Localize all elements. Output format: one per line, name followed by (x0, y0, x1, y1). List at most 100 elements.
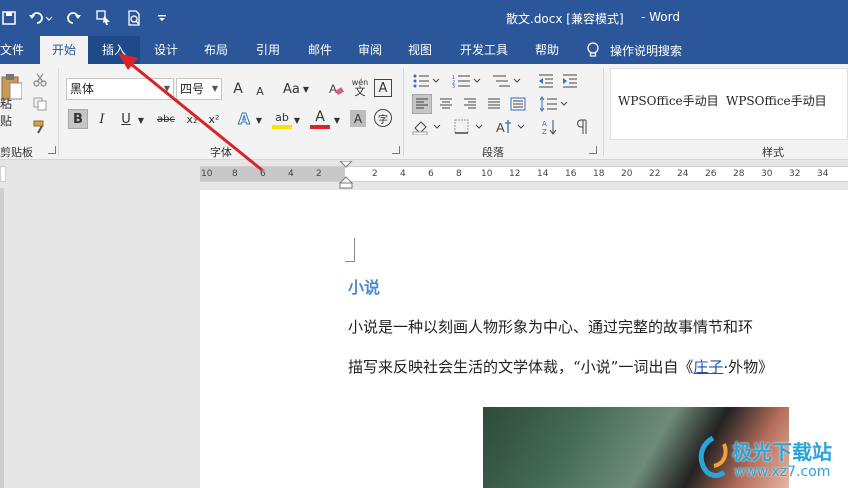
vertical-ruler[interactable] (0, 188, 4, 488)
customize-icon[interactable] (154, 8, 170, 28)
group-divider (403, 68, 404, 156)
cut-icon[interactable] (30, 70, 50, 90)
enclose-characters-icon[interactable]: 字 (374, 109, 392, 127)
chevron-down-icon[interactable]: ▼ (254, 115, 264, 125)
text-effects-icon[interactable]: A (234, 109, 254, 129)
ruler-tick: 26 (705, 169, 717, 179)
paragraph-launcher[interactable] (589, 146, 597, 154)
align-center-icon[interactable] (436, 94, 456, 114)
tab-references[interactable]: 引用 (246, 36, 290, 64)
change-case-button[interactable]: Aa ▼ (278, 79, 314, 99)
tab-mailings[interactable]: 邮件 (298, 36, 342, 64)
chevron-down-icon: ▼ (163, 84, 170, 93)
italic-button[interactable]: I (92, 109, 112, 129)
watermark-text: 极光下载站 (732, 440, 832, 464)
underline-button[interactable]: U (116, 109, 136, 129)
tab-home[interactable]: 开始 (40, 36, 88, 64)
shrink-font-icon[interactable]: A (250, 81, 270, 101)
undo-icon[interactable] (26, 8, 56, 28)
group-divider (58, 68, 59, 156)
ruler-tick: 16 (565, 169, 577, 179)
justify-icon[interactable] (484, 94, 504, 114)
tab-help[interactable]: 帮助 (526, 36, 568, 64)
svg-text:A: A (496, 120, 505, 135)
paragraph-text: 描写来反映社会生活的文学体裁，“小说”一词出自《 (348, 358, 694, 376)
site-watermark: 极光下载站 www.xz7.com (694, 432, 848, 488)
character-border-icon[interactable]: A (374, 79, 392, 97)
clipboard-group-label: 剪贴板 (0, 146, 33, 159)
clipboard-launcher[interactable] (48, 146, 56, 154)
document-heading[interactable]: 小说 (348, 274, 380, 298)
redo-icon[interactable] (64, 8, 84, 28)
format-painter-icon[interactable] (30, 117, 50, 137)
select-objects-icon[interactable] (94, 8, 114, 28)
chinese-layout-icon[interactable]: A (494, 117, 530, 137)
character-shading-icon[interactable]: A (350, 110, 366, 127)
bold-button[interactable]: B (68, 109, 88, 129)
distributed-icon[interactable] (508, 94, 528, 114)
subscript-button[interactable]: x₂ (182, 109, 202, 129)
grow-font-icon[interactable]: A (228, 79, 248, 99)
clear-formatting-icon[interactable]: A (326, 79, 346, 99)
show-marks-icon[interactable] (572, 117, 592, 137)
font-size-combo[interactable]: 四号 ▼ (176, 78, 222, 100)
highlight-color-icon[interactable]: ab (272, 109, 292, 129)
paragraph-text: ·外物》 (723, 358, 774, 376)
tab-review[interactable]: 审阅 (348, 36, 392, 64)
lightbulb-icon (587, 42, 599, 57)
multilevel-list-icon[interactable] (490, 72, 524, 90)
ruler-tick: 12 (509, 169, 521, 179)
superscript-button[interactable]: x² (204, 109, 224, 129)
tab-insert[interactable]: 插入 (88, 36, 140, 64)
phonetic-guide-icon[interactable]: wén 文 (350, 77, 370, 97)
font-launcher[interactable] (392, 146, 400, 154)
increase-indent-icon[interactable] (560, 71, 580, 91)
paragraph-line-1[interactable]: 小说是一种以刻画人物形象为中心、通过完整的故事情节和环 (348, 316, 753, 337)
app-name: - Word (641, 10, 680, 24)
svg-text:A: A (542, 120, 547, 128)
tab-developer[interactable]: 开发工具 (454, 36, 514, 64)
font-color-icon[interactable]: A (310, 109, 330, 129)
chevron-down-icon[interactable]: ▼ (332, 115, 342, 125)
tab-design[interactable]: 设计 (144, 36, 188, 64)
bullets-icon[interactable] (412, 72, 442, 90)
style-item[interactable]: WPSOffice手动目 (618, 92, 719, 109)
ruler-tick: 2 (372, 169, 378, 179)
paste-label[interactable]: 粘贴 (0, 97, 22, 128)
horizontal-ruler[interactable]: 10 8 6 4 2 2 4 6 8 10 12 14 16 18 20 22 24 26 28 30 32 34 (200, 161, 848, 189)
ruler-tick: 4 (400, 169, 406, 179)
tab-file[interactable]: 文件 (0, 36, 26, 64)
ruler-tick: 30 (761, 169, 773, 179)
chevron-down-icon: ▼ (302, 84, 309, 94)
indent-marker-icon[interactable] (339, 161, 353, 189)
copy-icon[interactable] (30, 94, 50, 114)
strikethrough-button[interactable]: abc (154, 109, 178, 129)
group-divider (603, 68, 604, 156)
font-name-combo[interactable]: 黑体 ▼ (66, 78, 174, 100)
save-icon[interactable] (0, 8, 18, 28)
borders-icon[interactable] (452, 117, 488, 137)
tab-layout[interactable]: 布局 (194, 36, 238, 64)
hyperlink-zhuangzi[interactable]: 庄子 (693, 358, 723, 376)
sort-icon[interactable]: AZ (540, 117, 560, 137)
phonetic-char: 文 (354, 85, 366, 98)
print-preview-icon[interactable] (124, 8, 144, 28)
numbering-icon[interactable]: 123 (450, 72, 484, 90)
tab-selector[interactable] (0, 166, 6, 182)
style-item[interactable]: WPSOffice手动目 (726, 92, 827, 109)
tab-view[interactable]: 视图 (398, 36, 442, 64)
ruler-tick: 4 (288, 169, 294, 179)
decrease-indent-icon[interactable] (536, 71, 556, 91)
chevron-down-icon[interactable]: ▼ (292, 115, 302, 125)
watermark-url: www.xz7.com (734, 464, 831, 480)
line-spacing-icon[interactable] (538, 94, 570, 114)
ruler-area: 10 8 6 4 2 2 4 6 8 10 12 14 16 18 20 22 24 26 28 30 32 34 (0, 160, 848, 189)
chevron-down-icon[interactable]: ▼ (136, 115, 146, 125)
shading-icon[interactable] (410, 117, 446, 137)
ruler-tick: 32 (789, 169, 801, 179)
align-right-icon[interactable] (460, 94, 480, 114)
tell-me-search[interactable]: 操作说明搜索 (586, 36, 682, 64)
align-left-icon[interactable] (412, 94, 432, 114)
paragraph-line-2[interactable]: 描写来反映社会生活的文学体裁，“小说”一词出自《庄子·外物》 (348, 356, 773, 377)
ruler-tick: 24 (677, 169, 689, 179)
